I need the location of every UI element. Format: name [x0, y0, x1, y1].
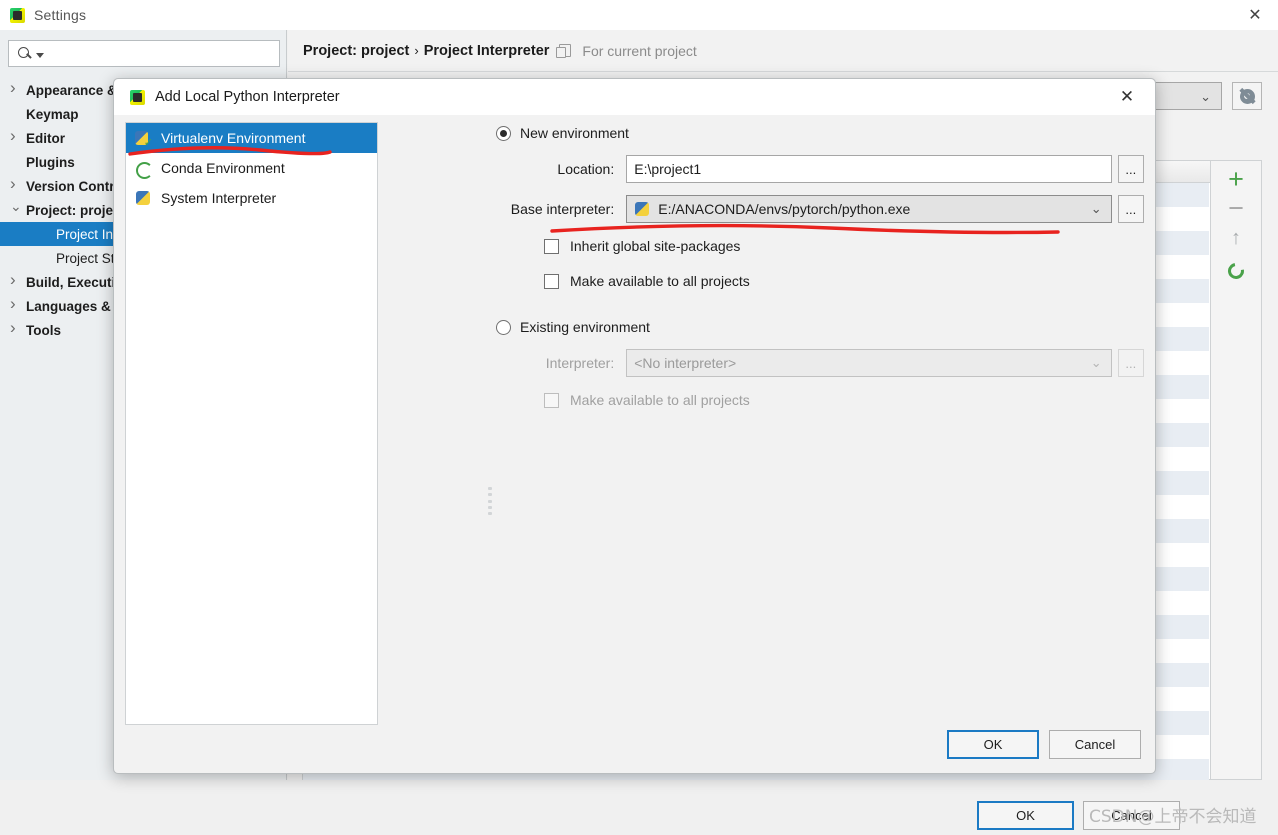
- existing-environment-radio-row[interactable]: Existing environment: [496, 316, 1144, 338]
- settings-close-button[interactable]: ✕: [1232, 0, 1278, 30]
- base-interpreter-value: E:/ANACONDA/envs/pytorch/python.exe: [658, 201, 911, 217]
- add-package-icon[interactable]: +: [1228, 166, 1244, 193]
- upgrade-package-icon[interactable]: ↑: [1231, 228, 1241, 248]
- existing-make-available-checkbox[interactable]: [544, 392, 559, 408]
- new-environment-radio[interactable]: [496, 125, 511, 141]
- new-environment-label: New environment: [520, 125, 629, 141]
- new-environment-radio-row[interactable]: New environment: [496, 122, 1144, 144]
- existing-make-available-label: Make available to all projects: [570, 392, 750, 408]
- inherit-site-packages-label: Inherit global site-packages: [570, 238, 741, 254]
- add-local-python-interpreter-dialog: Add Local Python Interpreter ✕ Virtualen…: [113, 78, 1156, 774]
- packages-toolbar: + − ↑: [1210, 161, 1261, 779]
- base-interpreter-browse-button[interactable]: ...: [1117, 195, 1144, 223]
- chevron-right-icon[interactable]: [10, 300, 26, 312]
- sidebar-item-label: Tools: [26, 322, 61, 338]
- existing-environment-radio[interactable]: [496, 319, 511, 335]
- settings-titlebar: Settings: [0, 0, 1278, 30]
- dialog-form: New environment Location: E:\project1 ..…: [496, 122, 1144, 725]
- inherit-site-packages-checkbox[interactable]: [544, 238, 559, 254]
- location-row: Location: E:\project1 ...: [496, 154, 1144, 184]
- pycharm-logo-icon: [10, 7, 25, 23]
- dialog-close-button[interactable]: ✕: [1105, 79, 1149, 115]
- existing-interpreter-value: <No interpreter>: [634, 355, 737, 371]
- settings-ok-button[interactable]: OK: [977, 801, 1074, 830]
- base-interpreter-label: Base interpreter:: [510, 201, 615, 217]
- chevron-right-icon[interactable]: [10, 84, 26, 96]
- dialog-title: Add Local Python Interpreter: [155, 89, 340, 105]
- chevron-down-icon: ⌄: [1200, 89, 1211, 104]
- make-available-all-projects-row[interactable]: Make available to all projects: [496, 268, 1144, 294]
- python-icon: [634, 201, 651, 218]
- env-type-label: Conda Environment: [161, 160, 285, 176]
- env-type-conda-environment[interactable]: Conda Environment: [126, 153, 377, 183]
- make-available-all-projects-checkbox[interactable]: [544, 273, 559, 289]
- search-input[interactable]: [44, 45, 264, 62]
- existing-interpreter-select[interactable]: <No interpreter> ⌄: [626, 349, 1112, 377]
- location-input[interactable]: E:\project1: [626, 155, 1112, 183]
- chevron-right-icon[interactable]: [10, 324, 26, 336]
- location-browse-button[interactable]: ...: [1117, 155, 1144, 183]
- remove-package-icon[interactable]: −: [1228, 195, 1244, 222]
- sidebar-item-label: Version Control: [26, 178, 127, 194]
- chevron-right-icon[interactable]: [10, 276, 26, 288]
- env-type-system-interpreter[interactable]: System Interpreter: [126, 183, 377, 213]
- settings-title: Settings: [34, 7, 87, 23]
- interpreter-settings-button[interactable]: [1232, 82, 1262, 110]
- csdn-watermark: CSDN@上帝不会知道: [1089, 807, 1257, 827]
- breadcrumb-separator: ›: [414, 43, 419, 58]
- settings-search-box[interactable]: [8, 40, 280, 67]
- chevron-down-icon: [36, 53, 44, 58]
- sidebar-item-label: Keymap: [26, 106, 79, 122]
- virtualenv-icon: [135, 130, 153, 149]
- existing-environment-label: Existing environment: [520, 319, 650, 335]
- breadcrumb: Project: project › Project Interpreter F…: [288, 30, 1278, 72]
- dialog-cancel-button[interactable]: Cancel: [1049, 730, 1141, 759]
- chevron-down-icon: ⌄: [1090, 355, 1102, 370]
- location-label: Location:: [557, 161, 615, 177]
- existing-interpreter-label: Interpreter:: [545, 355, 615, 371]
- python-icon: [135, 190, 152, 207]
- make-available-all-projects-label: Make available to all projects: [570, 273, 750, 289]
- conda-icon: [135, 160, 153, 179]
- existing-interpreter-browse-button[interactable]: ...: [1117, 349, 1144, 377]
- dialog-ok-button[interactable]: OK: [947, 730, 1039, 759]
- sidebar-item-label: Plugins: [26, 154, 75, 170]
- environment-type-list: Virtualenv Environment Conda Environment S…: [125, 122, 378, 725]
- refresh-icon[interactable]: [1224, 259, 1248, 283]
- chevron-down-icon: ⌄: [1090, 201, 1102, 216]
- breadcrumb-scope-note: For current project: [582, 42, 697, 59]
- base-interpreter-row: Base interpreter: E:/ANACONDA/envs/pytor…: [496, 194, 1144, 224]
- sidebar-item-label: Editor: [26, 130, 65, 146]
- env-type-label: Virtualenv Environment: [161, 130, 306, 146]
- chevron-right-icon[interactable]: [10, 132, 26, 144]
- chevron-down-icon[interactable]: [10, 202, 26, 219]
- dialog-splitter-handle[interactable]: [488, 487, 494, 515]
- env-type-virtualenv-environment[interactable]: Virtualenv Environment: [126, 123, 377, 153]
- existing-interpreter-row: Interpreter: <No interpreter> ⌄ ...: [496, 348, 1144, 378]
- existing-make-available-row[interactable]: Make available to all projects: [496, 387, 1144, 413]
- pycharm-logo-icon: [130, 89, 145, 105]
- breadcrumb-page: Project Interpreter: [423, 42, 550, 59]
- dialog-titlebar: Add Local Python Interpreter: [114, 79, 1155, 115]
- breadcrumb-project[interactable]: Project: project: [303, 43, 409, 59]
- base-interpreter-select[interactable]: E:/ANACONDA/envs/pytorch/python.exe ⌄: [626, 195, 1112, 223]
- copy-icon: [556, 44, 572, 58]
- sidebar-item-label: Project: project: [26, 202, 126, 218]
- inherit-site-packages-row[interactable]: Inherit global site-packages: [496, 233, 1144, 259]
- gear-icon: [1239, 88, 1255, 104]
- dialog-button-bar: OK Cancel: [947, 730, 1141, 759]
- chevron-right-icon[interactable]: [10, 180, 26, 192]
- search-icon: [17, 45, 35, 63]
- env-type-label: System Interpreter: [161, 190, 277, 206]
